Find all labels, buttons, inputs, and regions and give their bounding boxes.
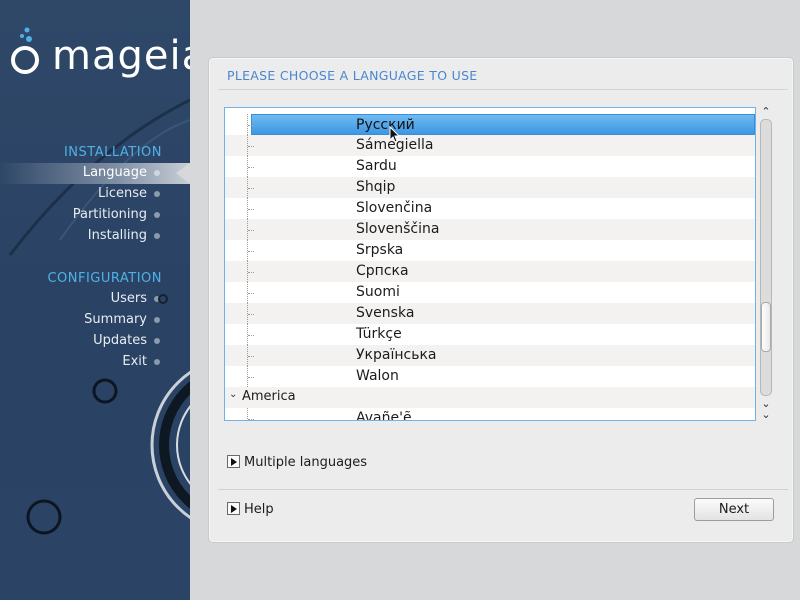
language-label: Srpska bbox=[356, 242, 404, 258]
list-scrollbar[interactable]: ⌃ ⌄ ⌄ bbox=[758, 106, 774, 421]
step-summary: Summary bbox=[0, 310, 190, 331]
language-label: Suomi bbox=[356, 284, 400, 300]
step-status-dot bbox=[154, 317, 160, 323]
step-label: Summary bbox=[84, 312, 147, 327]
language-item[interactable]: Slovenščina bbox=[225, 219, 755, 240]
mouse-cursor-icon bbox=[389, 126, 401, 143]
tree-connector bbox=[247, 240, 257, 261]
step-status-dot bbox=[154, 170, 160, 176]
chevron-down-icon[interactable]: ⌄ bbox=[229, 389, 237, 400]
language-item[interactable]: Sámegiella bbox=[225, 135, 755, 156]
expander-arrow-icon[interactable] bbox=[227, 502, 240, 515]
language-item[interactable]: Українська bbox=[225, 345, 755, 366]
help-expander[interactable]: Help bbox=[227, 502, 274, 518]
step-label: Partitioning bbox=[72, 207, 147, 222]
expander-arrow-icon[interactable] bbox=[227, 455, 240, 468]
language-item[interactable]: Walon bbox=[225, 366, 755, 387]
tree-connector bbox=[247, 219, 257, 240]
tree-connector bbox=[247, 177, 257, 198]
language-label: Sardu bbox=[356, 158, 397, 174]
language-item[interactable]: Türkçe bbox=[225, 324, 755, 345]
language-tree-list[interactable]: Русский Sámegiella Sardu Shqip Slovenčin… bbox=[224, 107, 756, 421]
section-configuration: CONFIGURATION bbox=[47, 271, 162, 286]
tree-connector bbox=[247, 261, 257, 282]
step-status-dot bbox=[154, 359, 160, 365]
language-panel: PLEASE CHOOSE A LANGUAGE TO USE Русский … bbox=[209, 58, 793, 542]
language-label: Shqip bbox=[356, 179, 396, 195]
language-label: Walon bbox=[356, 368, 399, 384]
language-item[interactable]: Srpska bbox=[225, 240, 755, 261]
step-label: Language bbox=[82, 165, 147, 180]
language-label: Српска bbox=[356, 263, 409, 279]
chevron-up-icon[interactable]: ⌃ bbox=[760, 106, 772, 118]
step-status-dot bbox=[154, 212, 160, 218]
scroll-track[interactable] bbox=[760, 119, 772, 396]
language-label: Slovenščina bbox=[356, 221, 440, 237]
step-status-dot bbox=[154, 233, 160, 239]
step-label: Exit bbox=[122, 354, 147, 369]
next-button[interactable]: Next bbox=[694, 498, 774, 521]
language-item[interactable]: Avañe'ẽ bbox=[225, 408, 755, 421]
language-label: Avañe'ẽ bbox=[356, 410, 412, 421]
help-label: Help bbox=[244, 502, 274, 517]
step-partitioning: Partitioning bbox=[0, 205, 190, 226]
tree-connector bbox=[247, 198, 257, 219]
step-label: Users bbox=[110, 291, 147, 306]
section-installation: INSTALLATION bbox=[63, 145, 162, 160]
language-item[interactable]: Српска bbox=[225, 261, 755, 282]
language-item[interactable]: Slovenčina bbox=[225, 198, 755, 219]
step-label: Installing bbox=[87, 228, 147, 243]
language-item[interactable]: Svenska bbox=[225, 303, 755, 324]
tree-connector bbox=[247, 156, 257, 177]
expander-label: Multiple languages bbox=[244, 455, 368, 470]
tree-connector bbox=[247, 282, 257, 303]
language-item[interactable]: Suomi bbox=[225, 282, 755, 303]
tree-connector bbox=[247, 324, 257, 345]
step-label: License bbox=[97, 186, 147, 201]
language-item[interactable]: Shqip bbox=[225, 177, 755, 198]
title-divider bbox=[218, 89, 788, 90]
language-group-america[interactable]: ⌄ America bbox=[225, 387, 755, 408]
tree-connector bbox=[247, 135, 257, 156]
active-step-indicator bbox=[176, 163, 190, 184]
panel-title: PLEASE CHOOSE A LANGUAGE TO USE bbox=[227, 68, 478, 83]
tree-connector bbox=[247, 408, 257, 420]
sidebar: mageia INSTALLATION Language License Par… bbox=[0, 0, 190, 600]
language-label: Русский bbox=[356, 117, 415, 133]
step-ring-icon bbox=[158, 294, 168, 304]
step-users: Users bbox=[0, 289, 190, 310]
brand-name: mageia bbox=[52, 33, 190, 79]
chevron-down-icon[interactable]: ⌄ bbox=[760, 409, 772, 421]
mageia-logo: mageia bbox=[8, 22, 190, 82]
language-label: Svenska bbox=[356, 305, 415, 321]
step-label: Updates bbox=[93, 333, 147, 348]
step-updates: Updates bbox=[0, 331, 190, 352]
language-label: Türkçe bbox=[356, 326, 402, 342]
language-item[interactable]: Sardu bbox=[225, 156, 755, 177]
tree-connector bbox=[247, 345, 257, 366]
group-label: America bbox=[242, 389, 296, 404]
tree-connector bbox=[225, 114, 254, 135]
step-license: License bbox=[0, 184, 190, 205]
language-item-selected[interactable]: Русский bbox=[251, 114, 755, 135]
footer-divider bbox=[218, 489, 788, 490]
multiple-languages-expander[interactable]: Multiple languages bbox=[227, 455, 367, 471]
step-status-dot bbox=[154, 191, 160, 197]
tree-connector bbox=[247, 303, 257, 324]
step-language: Language bbox=[0, 163, 190, 184]
tree-connector bbox=[247, 366, 257, 387]
language-label: Українська bbox=[356, 347, 437, 363]
step-status-dot bbox=[154, 338, 160, 344]
language-label: Slovenčina bbox=[356, 200, 433, 216]
mageia-bubbles-icon bbox=[11, 27, 39, 74]
step-installing: Installing bbox=[0, 226, 190, 247]
step-exit: Exit bbox=[0, 352, 190, 373]
scroll-thumb[interactable] bbox=[761, 302, 771, 352]
